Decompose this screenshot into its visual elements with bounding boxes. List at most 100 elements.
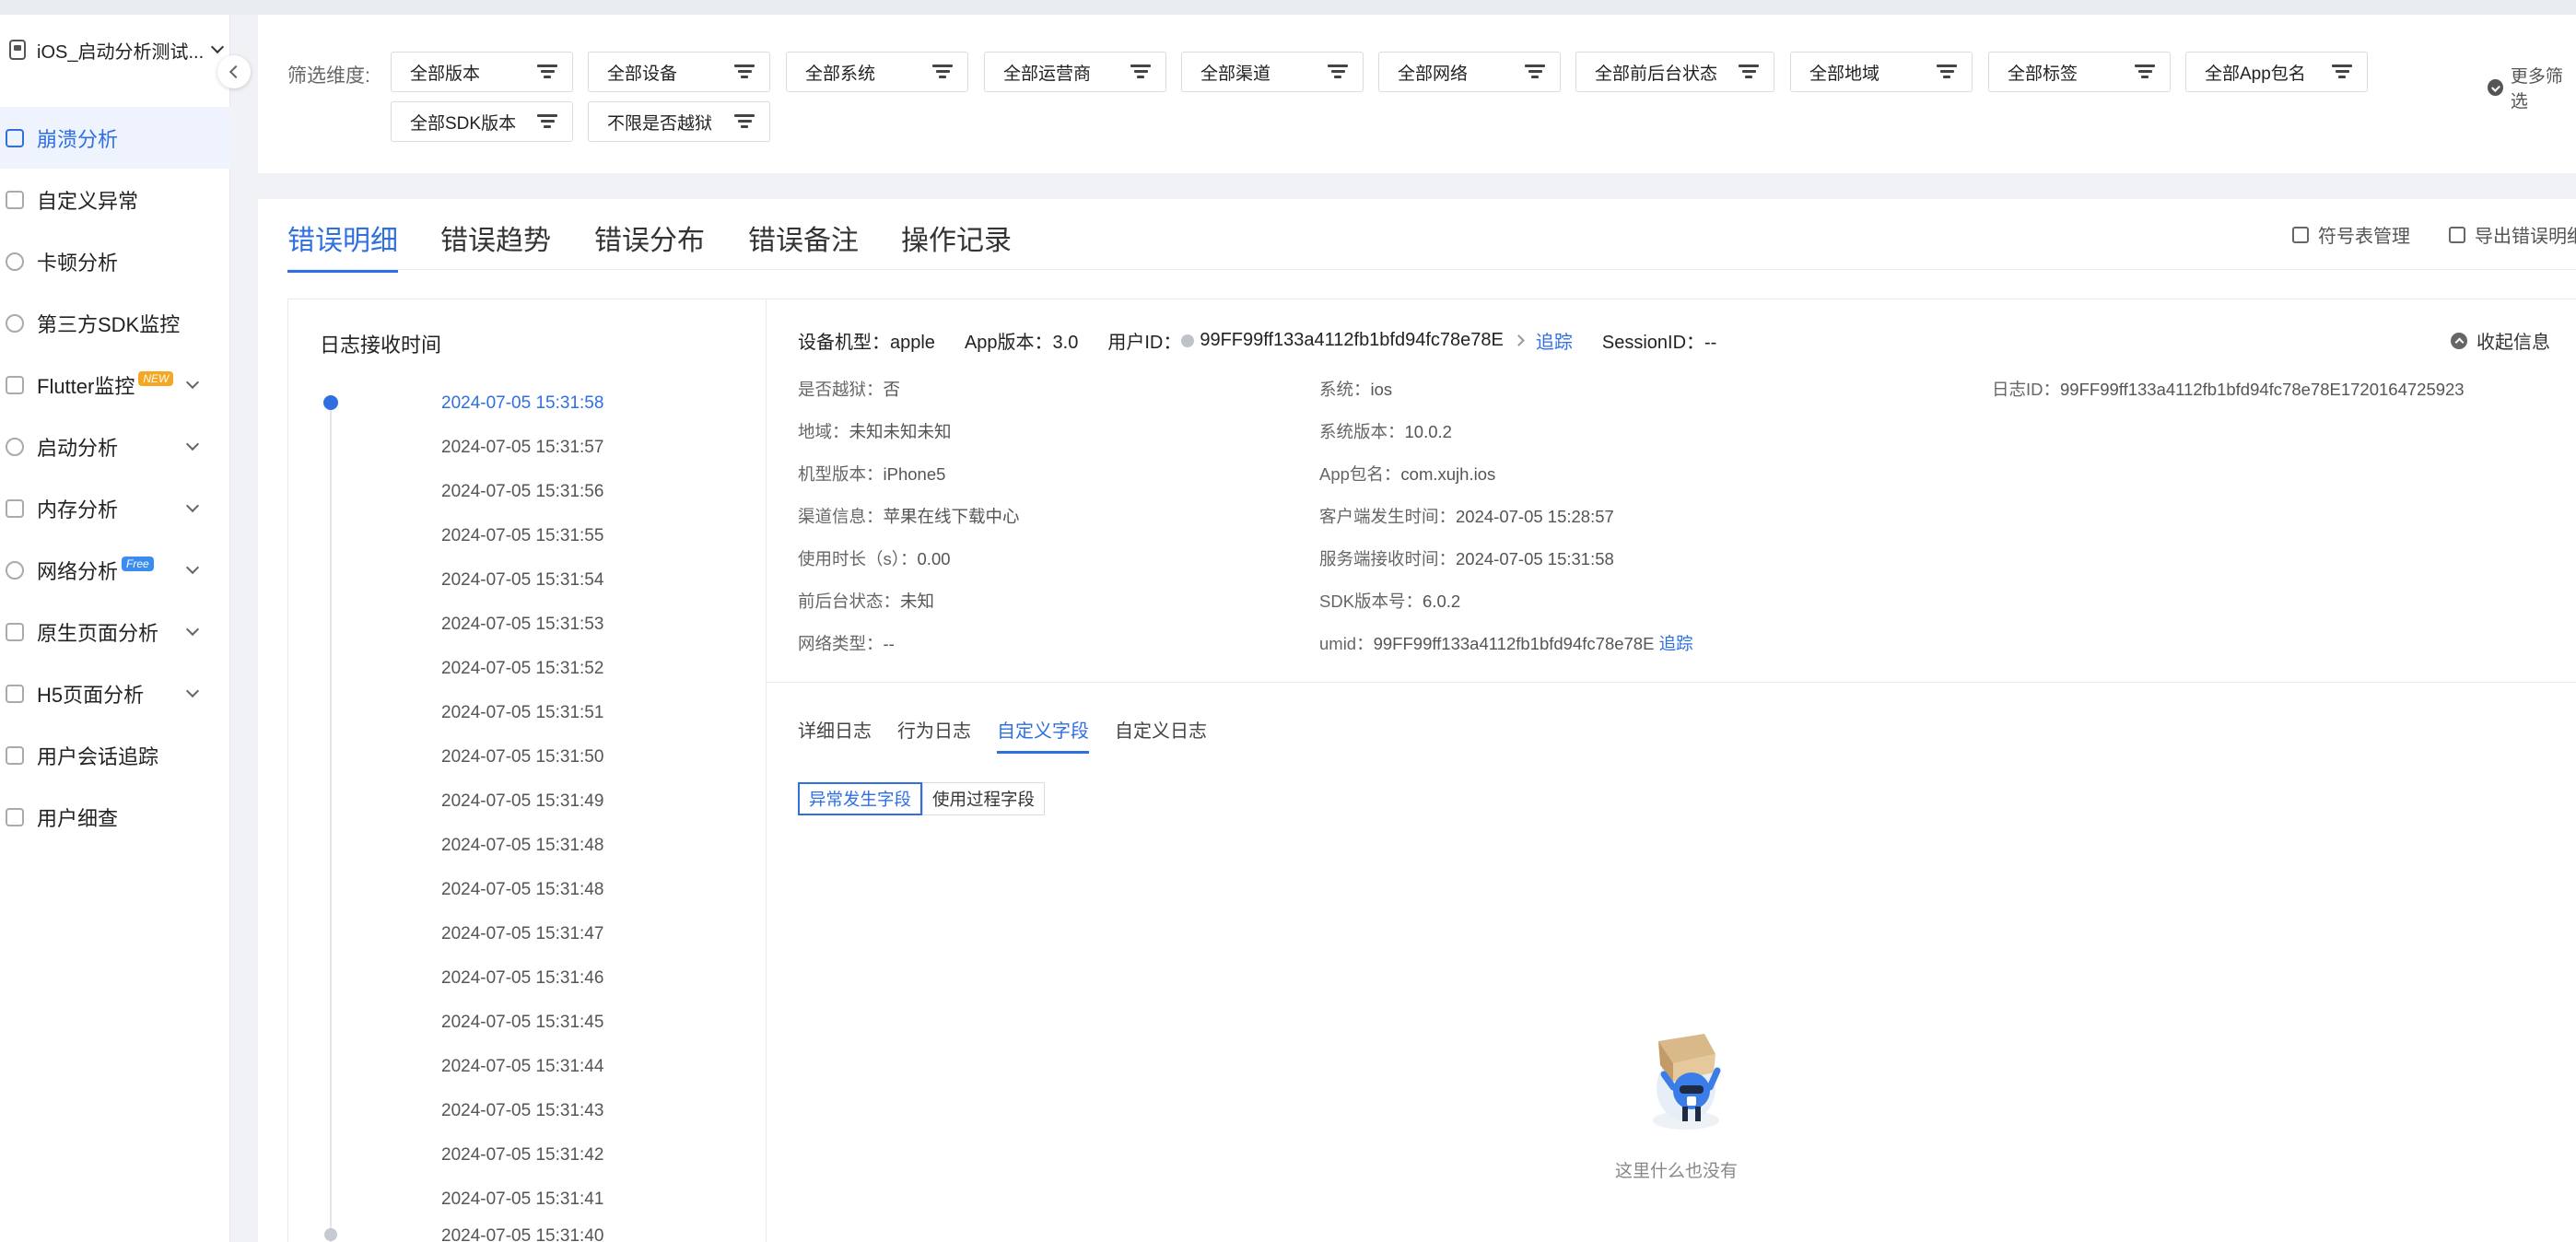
sdk-monitor-icon — [6, 313, 24, 333]
log-item[interactable]: 2024-07-05 15:31:42 — [441, 1145, 603, 1166]
sidebar-item-launch[interactable]: 启动分析 — [0, 416, 230, 477]
more-filters-button[interactable]: 更多筛选 — [2488, 63, 2576, 112]
filter-jailbreak[interactable]: 不限是否越狱 — [588, 101, 770, 142]
user-detail-icon — [6, 807, 24, 826]
new-badge: NEW — [138, 370, 174, 386]
subtab-custom-fields[interactable]: 自定义字段 — [997, 716, 1089, 754]
log-item[interactable]: 2024-07-05 15:31:49 — [441, 791, 603, 812]
filter-system[interactable]: 全部系统 — [786, 52, 968, 92]
collapse-info-button[interactable]: 收起信息 — [2451, 327, 2550, 354]
log-item[interactable]: 2024-07-05 15:31:44 — [441, 1057, 603, 1077]
segment-exception-fields[interactable]: 异常发生字段 — [798, 782, 923, 815]
log-item[interactable]: 2024-07-05 15:31:46 — [441, 968, 603, 989]
sidebar-item-label: 自定义异常 — [37, 189, 139, 213]
segment-usage-fields[interactable]: 使用过程字段 — [922, 782, 1046, 815]
log-item[interactable]: 2024-07-05 15:31:43 — [441, 1101, 603, 1121]
kv-network-type: 网络类型：-- — [798, 631, 895, 655]
kv-key: 使用时长（s）： — [798, 549, 918, 568]
filter-tag[interactable]: 全部标签 — [1988, 52, 2171, 92]
sidebar-item-stutter[interactable]: 卡顿分析 — [0, 230, 230, 292]
log-item[interactable]: 2024-07-05 15:31:56 — [441, 482, 603, 502]
chevron-down-icon[interactable] — [185, 684, 200, 698]
sidebar-item-label: Flutter监控 — [37, 374, 135, 398]
sidebar-item-flutter[interactable]: Flutter监控 NEW — [0, 354, 230, 416]
log-item[interactable]: 2024-07-05 15:31:48 — [441, 880, 603, 900]
crash-report-icon — [6, 128, 24, 147]
sidebar-item-user-detail[interactable]: 用户细查 — [0, 786, 230, 848]
filter-label: 筛选维度: — [287, 65, 370, 87]
export-button[interactable]: 导出错误明细 — [2449, 221, 2576, 248]
sidebar-item-label: 内存分析 — [37, 498, 119, 521]
log-item[interactable]: 2024-07-05 15:31:40 — [441, 1226, 603, 1242]
tab-error-distribution[interactable]: 错误分布 — [594, 217, 705, 269]
symbol-table-button[interactable]: 符号表管理 — [2292, 221, 2410, 248]
kv-key: 前后台状态： — [798, 592, 901, 611]
filter-icon — [932, 64, 953, 79]
filter-text: 全部前后台状态 — [1595, 64, 1718, 84]
chevron-down-icon[interactable] — [185, 498, 200, 513]
sidebar-item-h5-page[interactable]: H5页面分析 — [0, 662, 230, 724]
app-icon — [9, 40, 26, 60]
sidebar-item-network[interactable]: 网络分析 Free — [0, 539, 230, 601]
log-item[interactable]: 2024-07-05 15:31:51 — [441, 703, 603, 723]
kv-key: 地域： — [798, 422, 849, 441]
log-item[interactable]: 2024-07-05 15:31:45 — [441, 1013, 603, 1033]
tab-error-trend[interactable]: 错误趋势 — [440, 217, 551, 269]
filter-network[interactable]: 全部网络 — [1378, 52, 1561, 92]
filter-channel[interactable]: 全部渠道 — [1181, 52, 1364, 92]
log-item[interactable]: 2024-07-05 15:31:50 — [441, 747, 603, 767]
subtab-behavior-log[interactable]: 行为日志 — [897, 716, 971, 743]
filter-fg-bg-state[interactable]: 全部前后台状态 — [1575, 52, 1774, 92]
filter-carrier[interactable]: 全部运营商 — [984, 52, 1166, 92]
filter-region[interactable]: 全部地域 — [1790, 52, 1973, 92]
info-icon — [1181, 334, 1195, 347]
tab-error-notes[interactable]: 错误备注 — [748, 217, 859, 269]
chevron-down-icon[interactable] — [185, 560, 200, 575]
app-name: iOS_启动分析测试... — [37, 41, 205, 63]
filter-text: 不限是否越狱 — [607, 113, 713, 134]
log-item[interactable]: 2024-07-05 15:31:58 — [441, 393, 603, 414]
sidebar-item-sdk[interactable]: 第三方SDK监控 — [0, 292, 230, 354]
log-item[interactable]: 2024-07-05 15:31:41 — [441, 1189, 603, 1210]
kv-system-version: 系统版本：10.0.2 — [1319, 419, 1452, 443]
wrench-icon — [2292, 226, 2309, 243]
log-item[interactable]: 2024-07-05 15:31:57 — [441, 438, 603, 458]
filter-text: 全部地域 — [1809, 64, 1880, 84]
filter-version[interactable]: 全部版本 — [391, 52, 573, 92]
log-item[interactable]: 2024-07-05 15:31:52 — [441, 659, 603, 679]
filter-sdk-version[interactable]: 全部SDK版本 — [391, 101, 573, 142]
log-item[interactable]: 2024-07-05 15:31:48 — [441, 836, 603, 856]
track-user-link[interactable]: 追踪 — [1536, 327, 1573, 354]
sidebar-item-custom-exception[interactable]: 自定义异常 — [0, 169, 230, 230]
filter-app-package[interactable]: 全部App包名 — [2185, 52, 2368, 92]
tab-operation-log[interactable]: 操作记录 — [901, 217, 1012, 269]
filter-icon — [1130, 64, 1151, 79]
log-item[interactable]: 2024-07-05 15:31:47 — [441, 924, 603, 944]
filter-device[interactable]: 全部设备 — [588, 52, 770, 92]
user-id-label: 用户ID： — [1107, 333, 1182, 353]
sidebar-item-native-page[interactable]: 原生页面分析 — [0, 601, 230, 662]
device-summary-row: 设备机型：apple App版本：3.0 用户ID： 99FF99ff133a4… — [798, 327, 1716, 354]
collapse-info-label: 收起信息 — [2476, 333, 2550, 353]
kv-value: 未知未知未知 — [849, 422, 952, 441]
app-selector[interactable]: iOS_启动分析测试... — [0, 24, 230, 76]
sidebar-item-session-trace[interactable]: 用户会话追踪 — [0, 724, 230, 786]
subtab-custom-log[interactable]: 自定义日志 — [1115, 716, 1207, 743]
chevron-down-icon[interactable] — [185, 437, 200, 451]
track-umid-link[interactable]: 追踪 — [1659, 634, 1693, 653]
chevron-down-icon[interactable] — [185, 375, 200, 390]
chevron-down-icon[interactable] — [185, 622, 200, 637]
log-item[interactable]: 2024-07-05 15:31:55 — [441, 526, 603, 546]
subtab-detail-log[interactable]: 详细日志 — [798, 716, 872, 743]
h5-page-icon — [6, 684, 24, 703]
log-item[interactable]: 2024-07-05 15:31:53 — [441, 615, 603, 635]
session-trace-icon — [6, 745, 24, 765]
sidebar-item-crash[interactable]: 崩溃分析 — [0, 107, 230, 169]
sidebar-item-memory[interactable]: 内存分析 — [0, 477, 230, 539]
kv-key: umid： — [1319, 634, 1374, 653]
log-item[interactable]: 2024-07-05 15:31:54 — [441, 570, 603, 591]
filter-icon — [1739, 64, 1759, 79]
collapse-sidebar-button[interactable] — [217, 55, 251, 88]
tab-error-detail[interactable]: 错误明细 — [287, 217, 398, 273]
empty-state — [1622, 1010, 1751, 1148]
